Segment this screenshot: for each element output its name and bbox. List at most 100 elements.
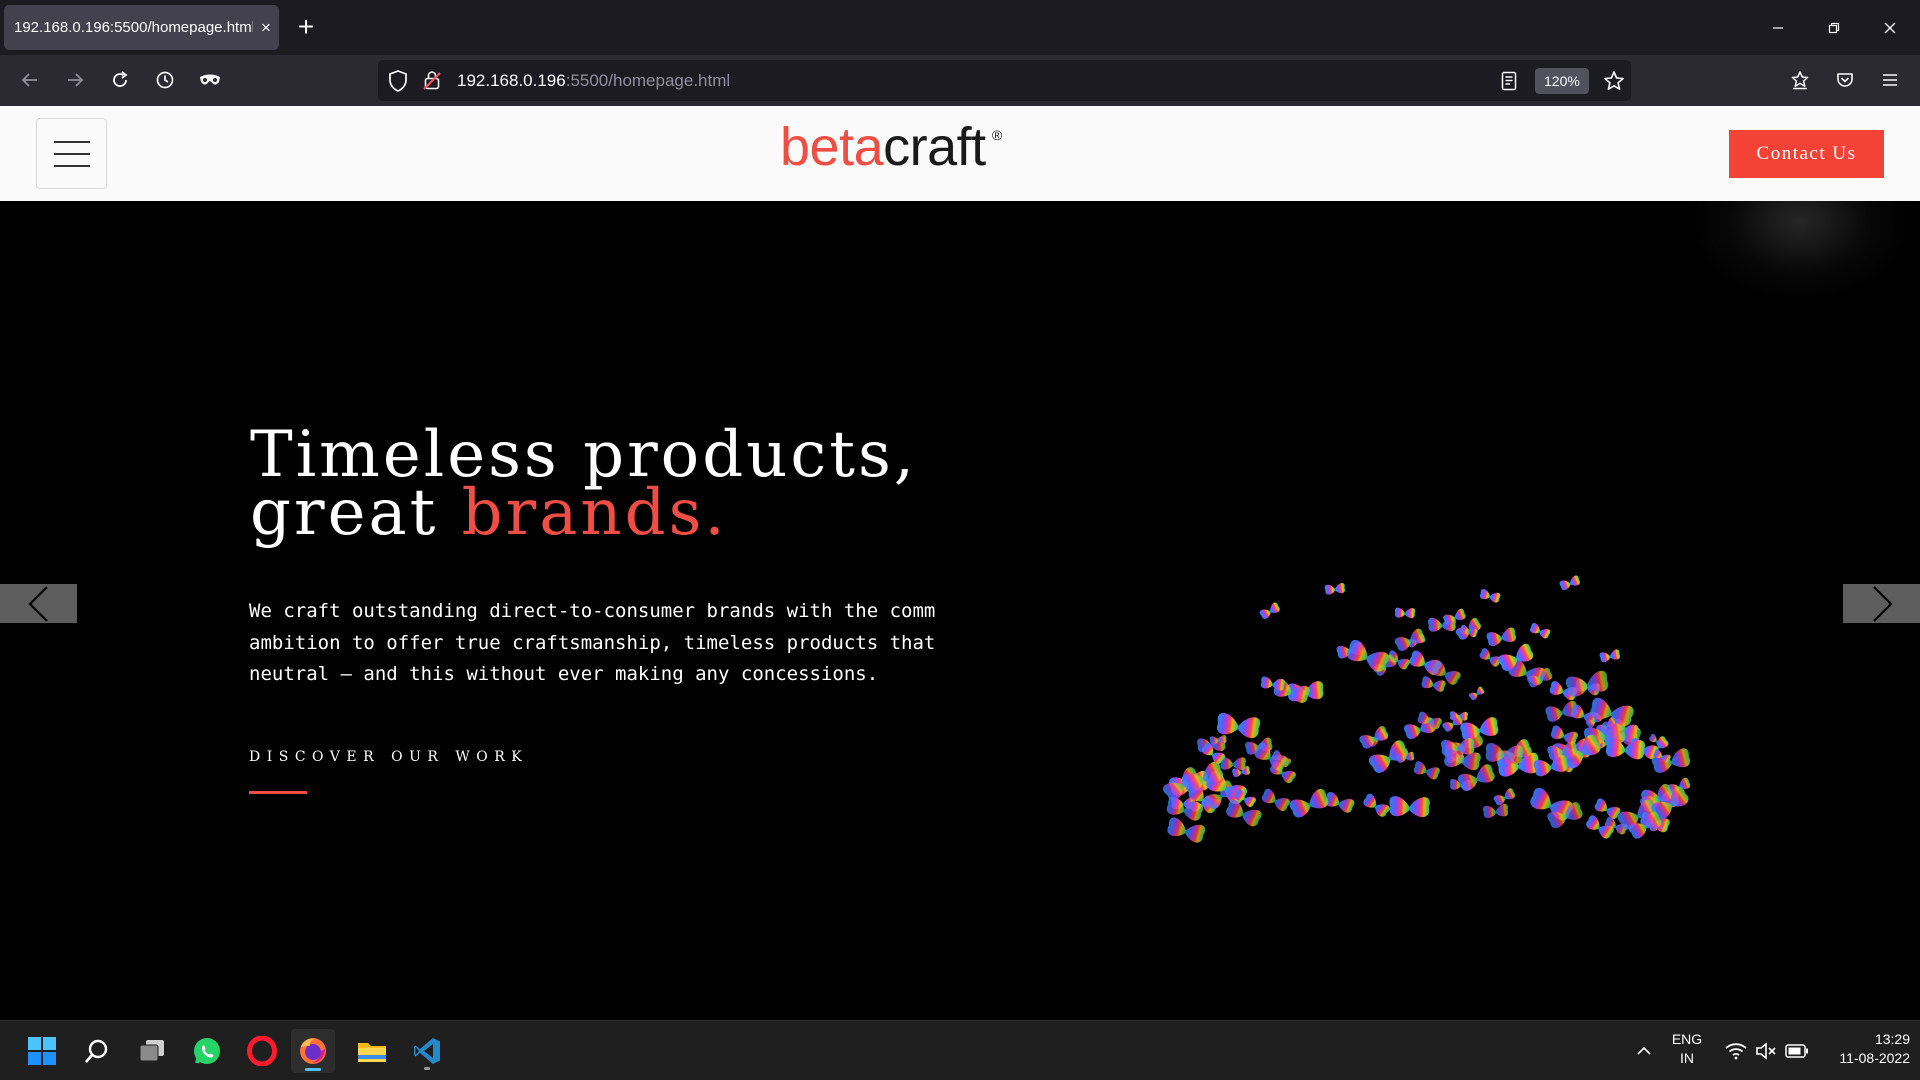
mask-icon xyxy=(200,74,220,85)
new-tab-button[interactable]: + xyxy=(290,12,322,44)
start-button[interactable] xyxy=(20,1029,64,1073)
running-app-indicator xyxy=(424,1067,430,1070)
menu-bar-icon xyxy=(54,165,90,167)
windows-logo-icon xyxy=(28,1037,56,1065)
browser-tab-active[interactable]: 192.168.0.196:5500/homepage.html × xyxy=(4,5,279,50)
slider-prev-button[interactable] xyxy=(0,584,77,623)
tab-title: 192.168.0.196:5500/homepage.html xyxy=(14,19,253,36)
clock-icon xyxy=(156,71,174,89)
reader-view-icon[interactable] xyxy=(1500,71,1518,91)
task-view-button[interactable] xyxy=(130,1029,174,1073)
volume-muted-icon xyxy=(1756,1042,1776,1060)
hero-section: Timeless products, great brands. We craf… xyxy=(0,201,1920,1020)
clock-time: 13:29 xyxy=(1874,1031,1910,1047)
address-bar[interactable]: 192.168.0.196:5500/homepage.html 120% xyxy=(378,60,1631,101)
minimize-icon xyxy=(1773,26,1783,29)
butterfly xyxy=(1528,622,1552,640)
back-arrow-icon xyxy=(21,73,37,87)
bookmark-star-icon[interactable] xyxy=(1603,70,1625,92)
battery-icon xyxy=(1785,1044,1808,1058)
pocket-icon xyxy=(1837,73,1853,87)
minimize-button[interactable] xyxy=(1750,0,1806,55)
taskbar-whatsapp[interactable] xyxy=(185,1029,229,1073)
input-language-indicator[interactable]: ENG IN xyxy=(1668,1030,1706,1068)
windows-taskbar: ENG IN 13:29 11-08-2022 xyxy=(0,1020,1920,1080)
butterfly xyxy=(1420,675,1447,693)
butterfly xyxy=(1485,626,1518,648)
zoom-level-badge[interactable]: 120% xyxy=(1535,68,1589,94)
menu-bar-icon xyxy=(54,153,90,155)
opera-icon xyxy=(247,1036,277,1066)
bookmarks-toolbar-button[interactable] xyxy=(1784,64,1816,96)
betacraft-logo[interactable]: betacraft ® xyxy=(780,117,1002,177)
close-window-button[interactable] xyxy=(1862,0,1918,55)
taskbar-firefox[interactable] xyxy=(291,1029,335,1073)
butterfly xyxy=(1454,616,1483,642)
chevron-left-icon xyxy=(27,585,48,622)
butterfly xyxy=(1287,787,1331,820)
hamburger-menu-icon xyxy=(1883,74,1897,86)
butterfly xyxy=(1258,601,1282,621)
discover-our-work-link[interactable]: DISCOVER OUR WORK xyxy=(249,749,528,765)
browser-nav-bar: 192.168.0.196:5500/homepage.html 120% xyxy=(0,55,1920,106)
quick-settings-button[interactable] xyxy=(1712,1029,1822,1073)
butterfly xyxy=(1344,638,1392,674)
butterfly xyxy=(1593,797,1622,821)
tracking-protection-shield-icon[interactable] xyxy=(388,70,408,92)
pocket-button[interactable] xyxy=(1829,64,1861,96)
contact-us-button[interactable]: Contact Us xyxy=(1729,130,1884,178)
butterfly xyxy=(1260,787,1292,813)
url-text: 192.168.0.196:5500/homepage.html xyxy=(457,71,731,90)
whatsapp-icon xyxy=(194,1038,220,1064)
folder-icon xyxy=(358,1043,386,1062)
butterfly xyxy=(1468,685,1486,702)
butterfly xyxy=(1564,669,1610,699)
butterfly xyxy=(1549,724,1580,746)
hero-description: We craft outstanding direct-to-consumer … xyxy=(249,600,936,685)
private-browsing-button[interactable] xyxy=(194,64,226,96)
tab-close-icon[interactable]: × xyxy=(253,15,279,41)
back-button[interactable] xyxy=(14,64,46,96)
butterfly-swarm xyxy=(1161,574,1692,845)
headline-accent: brands. xyxy=(461,476,728,550)
slider-next-button[interactable] xyxy=(1843,584,1920,623)
chevron-up-icon xyxy=(1637,1046,1651,1055)
wifi-icon xyxy=(1725,1043,1747,1060)
site-menu-toggle[interactable] xyxy=(36,118,107,189)
reload-button[interactable] xyxy=(104,64,136,96)
site-header: betacraft ® Contact Us xyxy=(0,106,1920,201)
taskbar-vscode[interactable] xyxy=(405,1029,449,1073)
butterfly xyxy=(1165,816,1207,845)
clock[interactable]: 13:29 11-08-2022 xyxy=(1810,1030,1910,1068)
taskbar-opera[interactable] xyxy=(240,1029,284,1073)
history-button[interactable] xyxy=(149,64,181,96)
bookmarks-icon xyxy=(1791,71,1809,90)
butterfly xyxy=(1388,795,1431,818)
butterfly xyxy=(1224,798,1264,829)
butterfly xyxy=(1599,648,1621,663)
restore-button[interactable] xyxy=(1806,0,1862,55)
butterfly xyxy=(1482,803,1509,819)
butterfly xyxy=(1260,676,1286,692)
active-app-indicator xyxy=(305,1068,321,1071)
task-view-icon xyxy=(139,1040,164,1062)
close-icon xyxy=(1884,22,1896,33)
insecure-lock-icon[interactable] xyxy=(423,70,441,90)
firefox-icon xyxy=(300,1038,326,1064)
logo-craft: craft xyxy=(883,117,986,177)
taskbar-search-button[interactable] xyxy=(75,1029,119,1073)
app-menu-button[interactable] xyxy=(1874,64,1906,96)
forward-button[interactable] xyxy=(59,64,91,96)
search-icon xyxy=(85,1039,108,1063)
browser-tab-bar: 192.168.0.196:5500/homepage.html × + xyxy=(0,0,1920,55)
restore-icon xyxy=(1828,22,1840,33)
butterfly xyxy=(1215,712,1262,740)
taskbar-file-explorer[interactable] xyxy=(350,1029,394,1073)
logo-beta: beta xyxy=(780,117,884,177)
forward-arrow-icon xyxy=(68,73,84,87)
butterfly xyxy=(1412,760,1441,781)
butterfly xyxy=(1492,787,1517,807)
butterfly xyxy=(1324,582,1346,596)
show-hidden-icons-button[interactable] xyxy=(1622,1029,1666,1073)
butterfly xyxy=(1478,588,1502,604)
